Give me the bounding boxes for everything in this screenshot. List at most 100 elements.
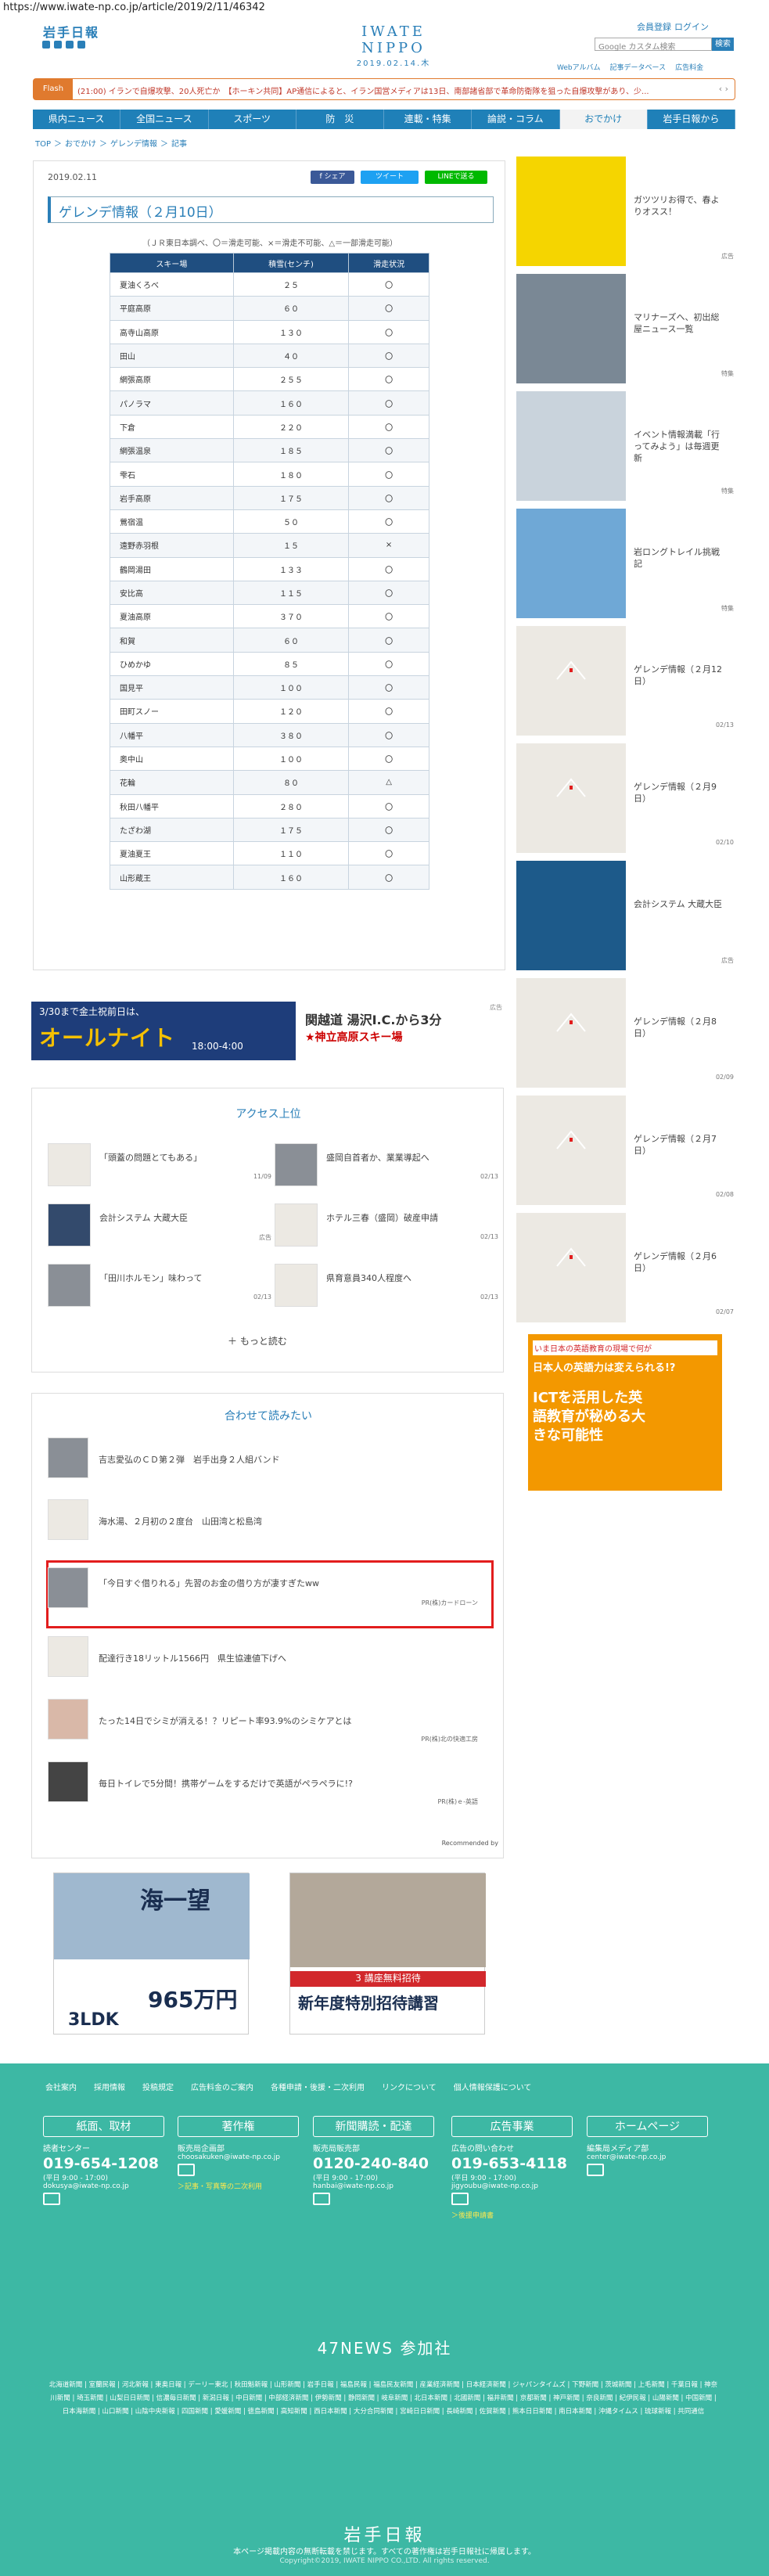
mail-icon[interactable]: [178, 2164, 195, 2176]
sidebar-item[interactable]: マリナーズへ、初出総屋ニュース一覧 特集: [516, 274, 735, 383]
search-button[interactable]: 検索: [712, 38, 734, 51]
47news-list[interactable]: 北海道新聞 | 室蘭民報 | 河北新報 | 東奥日報 | デーリー東北 | 秋田…: [47, 2379, 720, 2419]
sidebar-thumb: [516, 391, 626, 501]
nav-item[interactable]: 全国ニュース: [120, 110, 209, 129]
table-cell: １６０: [232, 865, 350, 890]
footer-mail[interactable]: center@iwate-np.co.jp: [587, 2153, 708, 2161]
footer-link[interactable]: 会社案内: [45, 2081, 77, 2092]
access-item[interactable]: 盛岡自首者か、業業導起へ 02/13: [275, 1143, 501, 1190]
table-cell: 〇: [348, 841, 429, 866]
footer-sublink[interactable]: ＞後援申請書: [451, 2210, 573, 2220]
twitter-icon[interactable]: [42, 41, 50, 49]
news-ticker[interactable]: Flash (21:00) イランで自爆攻撃、20人死亡か 【ホーキン共同】AP…: [33, 78, 735, 100]
footer-link[interactable]: 個人情報保護について: [454, 2081, 532, 2092]
ad-subtitle: 3 講座無料招待: [290, 1971, 486, 1987]
sidebar-thumb: [516, 1213, 626, 1322]
recommended-by[interactable]: Recommended by: [442, 1840, 498, 1847]
ticker-text[interactable]: (21:00) イランで自爆攻撃、20人死亡か 【ホーキン共同】AP通信によると…: [77, 85, 703, 96]
ad-time: 18:00-4:00: [192, 1041, 243, 1052]
table-cell: △: [348, 770, 429, 795]
footer-col-head[interactable]: 紙面、取材: [43, 2116, 164, 2137]
footer-col-head[interactable]: 著作権: [178, 2116, 299, 2137]
access-item[interactable]: 県育意員340人程度へ 02/13: [275, 1264, 501, 1311]
main-logo[interactable]: IWATE NIPPO 2019.02.14.木: [327, 23, 460, 68]
footer-link[interactable]: 各種申請・後援・二次利用: [271, 2081, 365, 2092]
footer-logo[interactable]: 岩手日報: [0, 2521, 769, 2546]
facebook-icon[interactable]: [54, 41, 62, 49]
sidebar-item[interactable]: ガツツリお得で、春よりオスス！ 広告: [516, 157, 735, 266]
table-cell: 八幡平: [110, 722, 234, 747]
nav-item[interactable]: スポーツ: [209, 110, 296, 129]
site-logo-small[interactable]: 岩手日報: [43, 22, 99, 41]
twitter-share-button[interactable]: ツイート: [361, 171, 419, 184]
sidebar-item[interactable]: ゲレンデ情報（２月12日） 02/13: [516, 626, 735, 736]
database-link[interactable]: 記事データベース: [610, 64, 667, 72]
crumb-top[interactable]: TOP: [35, 140, 51, 149]
nav-item-active[interactable]: おでかけ: [559, 110, 648, 129]
access-item[interactable]: 会計システム 大蔵大臣 広告: [48, 1203, 275, 1250]
english-education-ad[interactable]: いま日本の英語教育の現場で何が 日本人の英語力は変えられる!? ICTを活用した…: [528, 1334, 722, 1491]
nav-item[interactable]: 防 災: [296, 110, 384, 129]
register-link[interactable]: 会員登録: [637, 22, 671, 32]
allnight-ad-banner[interactable]: 3/30まで金土祝前日は、 オールナイト 18:00-4:00 関越道 湯沢I.…: [31, 1002, 504, 1060]
47news-heading: 47NEWS 参加社: [317, 2339, 452, 2358]
search-input[interactable]: Google カスタム検索: [595, 38, 712, 52]
related-item-text: 海水湯、２月初の２度台 山田湾と松島湾: [99, 1516, 262, 1527]
seminar-ad[interactable]: 3 講座無料招待 新年度特別招待講習: [289, 1873, 486, 2035]
footer-link[interactable]: リンクについて: [382, 2081, 437, 2092]
nav-item[interactable]: 連載・特集: [384, 110, 473, 129]
sidebar-item[interactable]: 会計システム 大蔵大臣 広告: [516, 861, 735, 970]
table-cell: 田山: [110, 343, 234, 369]
login-link[interactable]: ログイン: [674, 22, 709, 32]
mail-icon[interactable]: [451, 2193, 469, 2205]
table-cell: 夏油夏王: [110, 841, 234, 866]
nav-item[interactable]: 岩手日報から: [648, 110, 735, 129]
access-item[interactable]: 「田川ホルモン」味わって 02/13: [48, 1264, 275, 1311]
sidebar-item[interactable]: ゲレンデ情報（２月6日） 02/07: [516, 1213, 735, 1322]
mail-icon[interactable]: [43, 2193, 60, 2205]
sidebar-item[interactable]: 岩ロングトレイル挑戦記 特集: [516, 509, 735, 618]
related-item[interactable]: 吉志愛弘のＣＤ第２弾 岩手出身２人組バンド: [48, 1437, 486, 1484]
mail-icon[interactable]: [587, 2164, 604, 2176]
footer-hours: (平日 9:00 - 17:00): [451, 2175, 516, 2182]
table-cell: 〇: [348, 367, 429, 392]
housing-ad[interactable]: 海一望 965万円 3LDK: [53, 1873, 250, 2035]
related-item[interactable]: 配達行き18リットル1566円 県生協連値下げへ: [48, 1636, 486, 1683]
footer-mail[interactable]: choosakuken@iwate-np.co.jp: [178, 2153, 299, 2161]
sidebar-item[interactable]: ゲレンデ情報（２月7日） 02/08: [516, 1096, 735, 1205]
footer-link[interactable]: 投稿規定: [142, 2081, 174, 2092]
table-cell: 〇: [348, 604, 429, 629]
access-item[interactable]: ホテル三春（盛岡）破産申請 02/13: [275, 1203, 501, 1250]
mail-icon[interactable]: [313, 2193, 330, 2205]
footer-link[interactable]: 広告料金のご案内: [191, 2081, 253, 2092]
footer-mail[interactable]: hanbai@iwate-np.co.jp: [313, 2182, 434, 2190]
related-item[interactable]: 「今日すぐ借りれる」先習のお金の借り方が凄すぎたww PR(株)カードローン: [48, 1567, 486, 1616]
instagram-icon[interactable]: [66, 41, 74, 49]
web-album-link[interactable]: Webアルバム: [557, 64, 601, 72]
crumb-gelande[interactable]: ゲレンデ情報: [110, 140, 157, 149]
footer-mail[interactable]: jigyoubu@iwate-np.co.jp: [451, 2182, 573, 2190]
sidebar-item[interactable]: イベント情報満載「行ってみよう」は毎週更新 特集: [516, 391, 735, 501]
sidebar-item[interactable]: ゲレンデ情報（２月8日） 02/09: [516, 978, 735, 1088]
sidebar-item[interactable]: ゲレンデ情報（２月9日） 02/10: [516, 743, 735, 853]
read-more-button[interactable]: ＋ もっと読む: [228, 1334, 287, 1347]
url-bar[interactable]: https://www.iwate-np.co.jp/article/2019/…: [0, 0, 769, 16]
line-share-button[interactable]: LINEで送る: [425, 171, 487, 184]
footer-link[interactable]: 採用情報: [94, 2081, 125, 2092]
footer-col-head[interactable]: ホームページ: [587, 2116, 708, 2137]
facebook-share-button[interactable]: f シェア: [311, 171, 354, 184]
related-item[interactable]: たった14日でシミが消える！？リピート率93.9%のシミケアとは PR(株)北の快…: [48, 1699, 486, 1747]
footer-col-head[interactable]: 新聞購読・配達: [313, 2116, 434, 2137]
nav-item[interactable]: 県内ニュース: [33, 110, 121, 129]
ad-rates-link[interactable]: 広告料金: [675, 64, 703, 72]
rss-icon[interactable]: [77, 41, 85, 49]
crumb-odekake[interactable]: おでかけ: [65, 140, 96, 149]
related-item[interactable]: 海水湯、２月初の２度台 山田湾と松島湾: [48, 1499, 486, 1546]
nav-item[interactable]: 論説・コラム: [472, 110, 560, 129]
footer-sublink[interactable]: ＞記事・写真等の二次利用: [178, 2181, 299, 2191]
footer-col-head[interactable]: 広告事業: [451, 2116, 573, 2137]
related-item[interactable]: 毎日トイレで5分間！携帯ゲームをするだけで英語がペラペラに!? PR(株)ｅ-英語: [48, 1761, 486, 1810]
access-item[interactable]: 「頭蓋の問題とてもある」 11/09: [48, 1143, 275, 1190]
footer-mail[interactable]: dokusya@iwate-np.co.jp: [43, 2182, 164, 2190]
ticker-nav-icon[interactable]: ‹ ›: [719, 84, 728, 94]
